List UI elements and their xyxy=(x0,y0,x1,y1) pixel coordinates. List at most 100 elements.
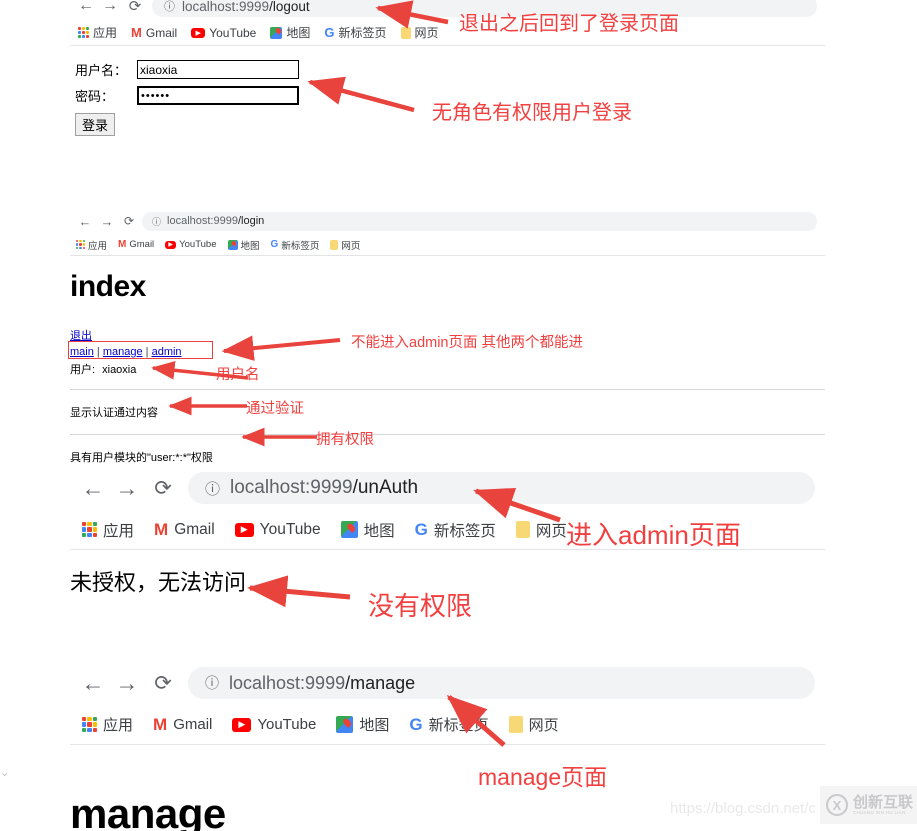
password-label: 密码： xyxy=(75,89,115,104)
reload-icon[interactable]: ⟳ xyxy=(122,0,148,14)
google-icon: G xyxy=(324,25,335,40)
annotation-no-role-user-login: 无角色有权限用户登录 xyxy=(432,102,632,124)
bookmark-youtube-2[interactable]: ▶ YouTube xyxy=(165,239,217,250)
address-bar-2[interactable]: ⓘ localhost:9999/login xyxy=(142,211,817,231)
bookmark-label: 网页 xyxy=(341,240,361,252)
password-input[interactable] xyxy=(137,86,299,105)
address-bar-text-3: localhost:9999/unAuth xyxy=(230,477,418,499)
browser-toolbar-1: ← → ⟳ ⓘ localhost:9999/logout xyxy=(70,0,825,20)
bookmark-label: 网页 xyxy=(528,717,559,734)
address-bar-3[interactable]: ⓘ localhost:9999/unAuth xyxy=(188,472,815,504)
maps-icon xyxy=(227,239,238,250)
address-bar-text-4: localhost:9999/manage xyxy=(229,673,415,694)
maps-icon xyxy=(336,716,354,733)
site-info-icon[interactable]: ⓘ xyxy=(152,215,161,228)
bookmark-label: YouTube xyxy=(257,716,317,733)
back-icon[interactable]: ← xyxy=(74,0,98,14)
bookmark-label: 地图 xyxy=(286,26,311,40)
bookmark-youtube-4[interactable]: ▶ YouTube xyxy=(232,716,316,733)
current-user-label: 用户: xyxy=(70,364,96,376)
forward-icon[interactable]: → xyxy=(96,215,118,228)
bookmark-label: YouTube xyxy=(209,25,257,40)
address-bar-text-1: localhost:9999/logout xyxy=(182,0,310,14)
bookmark-maps-2[interactable]: 地图 xyxy=(227,238,260,252)
index-page: index 退出 main | manage | admin 用户: xiaox… xyxy=(70,270,825,482)
bookmark-label: 新标签页 xyxy=(338,26,387,40)
bookmark-label: 新标签页 xyxy=(281,240,320,252)
annotation-no-permission: 没有权限 xyxy=(368,591,473,621)
bookmark-label: YouTube xyxy=(179,239,217,250)
bookmark-newtab-3[interactable]: G 新标签页 xyxy=(415,519,496,541)
bookmark-web-4[interactable]: 网页 xyxy=(508,714,559,735)
forward-icon[interactable]: → xyxy=(98,0,122,14)
bookmark-apps-2[interactable]: 应用 xyxy=(76,238,107,252)
site-info-icon[interactable]: ⓘ xyxy=(205,673,219,693)
watermark-brand-block: 创新互联 CHUANG XIN HU LIAN xyxy=(853,795,913,815)
reload-icon[interactable]: ⟳ xyxy=(144,478,182,499)
browser-window-manage: ← → ⟳ ⓘ localhost:9999/manage 应用 M Gmail… xyxy=(70,661,825,751)
bookmark-newtab-4[interactable]: G 新标签页 xyxy=(409,714,488,735)
url-host-2: localhost:9999 xyxy=(167,215,238,227)
divider-1 xyxy=(70,389,825,390)
chevron-down-icon[interactable]: ⌄ xyxy=(0,766,9,779)
bookmark-label: 应用 xyxy=(103,522,135,540)
page-title-index: index xyxy=(70,270,146,303)
bookmark-label: YouTube xyxy=(259,520,321,538)
bookmark-label: Gmail xyxy=(174,520,215,538)
username-input[interactable] xyxy=(137,60,299,79)
forward-icon[interactable]: → xyxy=(110,671,144,695)
bookmarks-bar-4: 应用 M Gmail ▶ YouTube 地图 G 新标签页 网页 xyxy=(70,705,825,745)
url-host-4: localhost:9999 xyxy=(229,672,346,693)
address-bar-4[interactable]: ⓘ localhost:9999/manage xyxy=(188,667,815,699)
bookmark-apps-1[interactable]: 应用 xyxy=(78,24,117,41)
apps-grid-icon xyxy=(82,522,97,537)
bookmark-maps-4[interactable]: 地图 xyxy=(336,714,389,735)
bookmark-maps-1[interactable]: 地图 xyxy=(270,24,310,41)
bookmark-web-3[interactable]: 网页 xyxy=(515,519,567,541)
bookmark-web-2[interactable]: 网页 xyxy=(330,238,360,252)
browser-toolbar-2: ← → ⟳ ⓘ localhost:9999/login xyxy=(70,208,825,234)
url-host-1: localhost:9999 xyxy=(182,0,270,14)
apps-grid-icon xyxy=(78,27,89,38)
bookmark-label: 地图 xyxy=(359,717,390,734)
google-icon: G xyxy=(270,238,279,250)
reload-icon[interactable]: ⟳ xyxy=(144,673,182,694)
bookmark-gmail-4[interactable]: M Gmail xyxy=(153,716,212,733)
site-info-icon[interactable]: ⓘ xyxy=(205,478,220,499)
site-info-icon[interactable]: ⓘ xyxy=(164,0,175,14)
back-icon[interactable]: ← xyxy=(74,215,96,228)
forward-icon[interactable]: → xyxy=(110,476,144,500)
bookmark-gmail-1[interactable]: M Gmail xyxy=(131,26,177,40)
bookmark-apps-4[interactable]: 应用 xyxy=(82,714,133,735)
bookmark-newtab-1[interactable]: G 新标签页 xyxy=(324,24,386,41)
bookmark-youtube-1[interactable]: ▶ YouTube xyxy=(191,26,256,40)
youtube-icon: ▶ xyxy=(232,717,252,732)
youtube-icon: ▶ xyxy=(165,240,177,249)
bookmark-gmail-2[interactable]: M Gmail xyxy=(118,239,154,250)
bookmark-web-1[interactable]: 网页 xyxy=(400,24,439,41)
apps-grid-icon xyxy=(82,717,97,732)
bookmark-label: Gmail xyxy=(173,716,213,733)
auth-passed-text: 显示认证通过内容 xyxy=(70,407,158,419)
browser-window-login: ← → ⟳ ⓘ localhost:9999/login 应用 M Gmail … xyxy=(70,208,825,260)
bookmark-apps-3[interactable]: 应用 xyxy=(82,519,134,541)
back-icon[interactable]: ← xyxy=(76,476,110,500)
reload-icon[interactable]: ⟳ xyxy=(118,215,140,227)
url-path-2: /login xyxy=(237,215,265,227)
annotation-manage-page: manage页面 xyxy=(478,764,608,790)
bookmark-maps-3[interactable]: 地图 xyxy=(340,519,395,541)
annotation-username: 用户名 xyxy=(216,367,260,383)
folder-icon xyxy=(330,239,339,250)
bookmark-newtab-2[interactable]: G 新标签页 xyxy=(271,238,320,252)
back-icon[interactable]: ← xyxy=(76,671,110,695)
youtube-icon: ▶ xyxy=(234,522,254,537)
bookmark-label: 新标签页 xyxy=(433,522,496,540)
bookmark-youtube-3[interactable]: ▶ YouTube xyxy=(234,520,321,539)
annotation-auth-passed: 通过验证 xyxy=(246,401,304,417)
bookmark-gmail-3[interactable]: M Gmail xyxy=(154,521,215,539)
login-button[interactable]: 登录 xyxy=(75,113,116,136)
bookmark-label: 应用 xyxy=(103,717,134,734)
annotation-admin-denied: 不能进入admin页面 其他两个都能进 xyxy=(351,335,584,351)
annotation-enter-admin-page: 进入admin页面 xyxy=(566,520,741,550)
bookmark-label: 地图 xyxy=(240,240,260,252)
